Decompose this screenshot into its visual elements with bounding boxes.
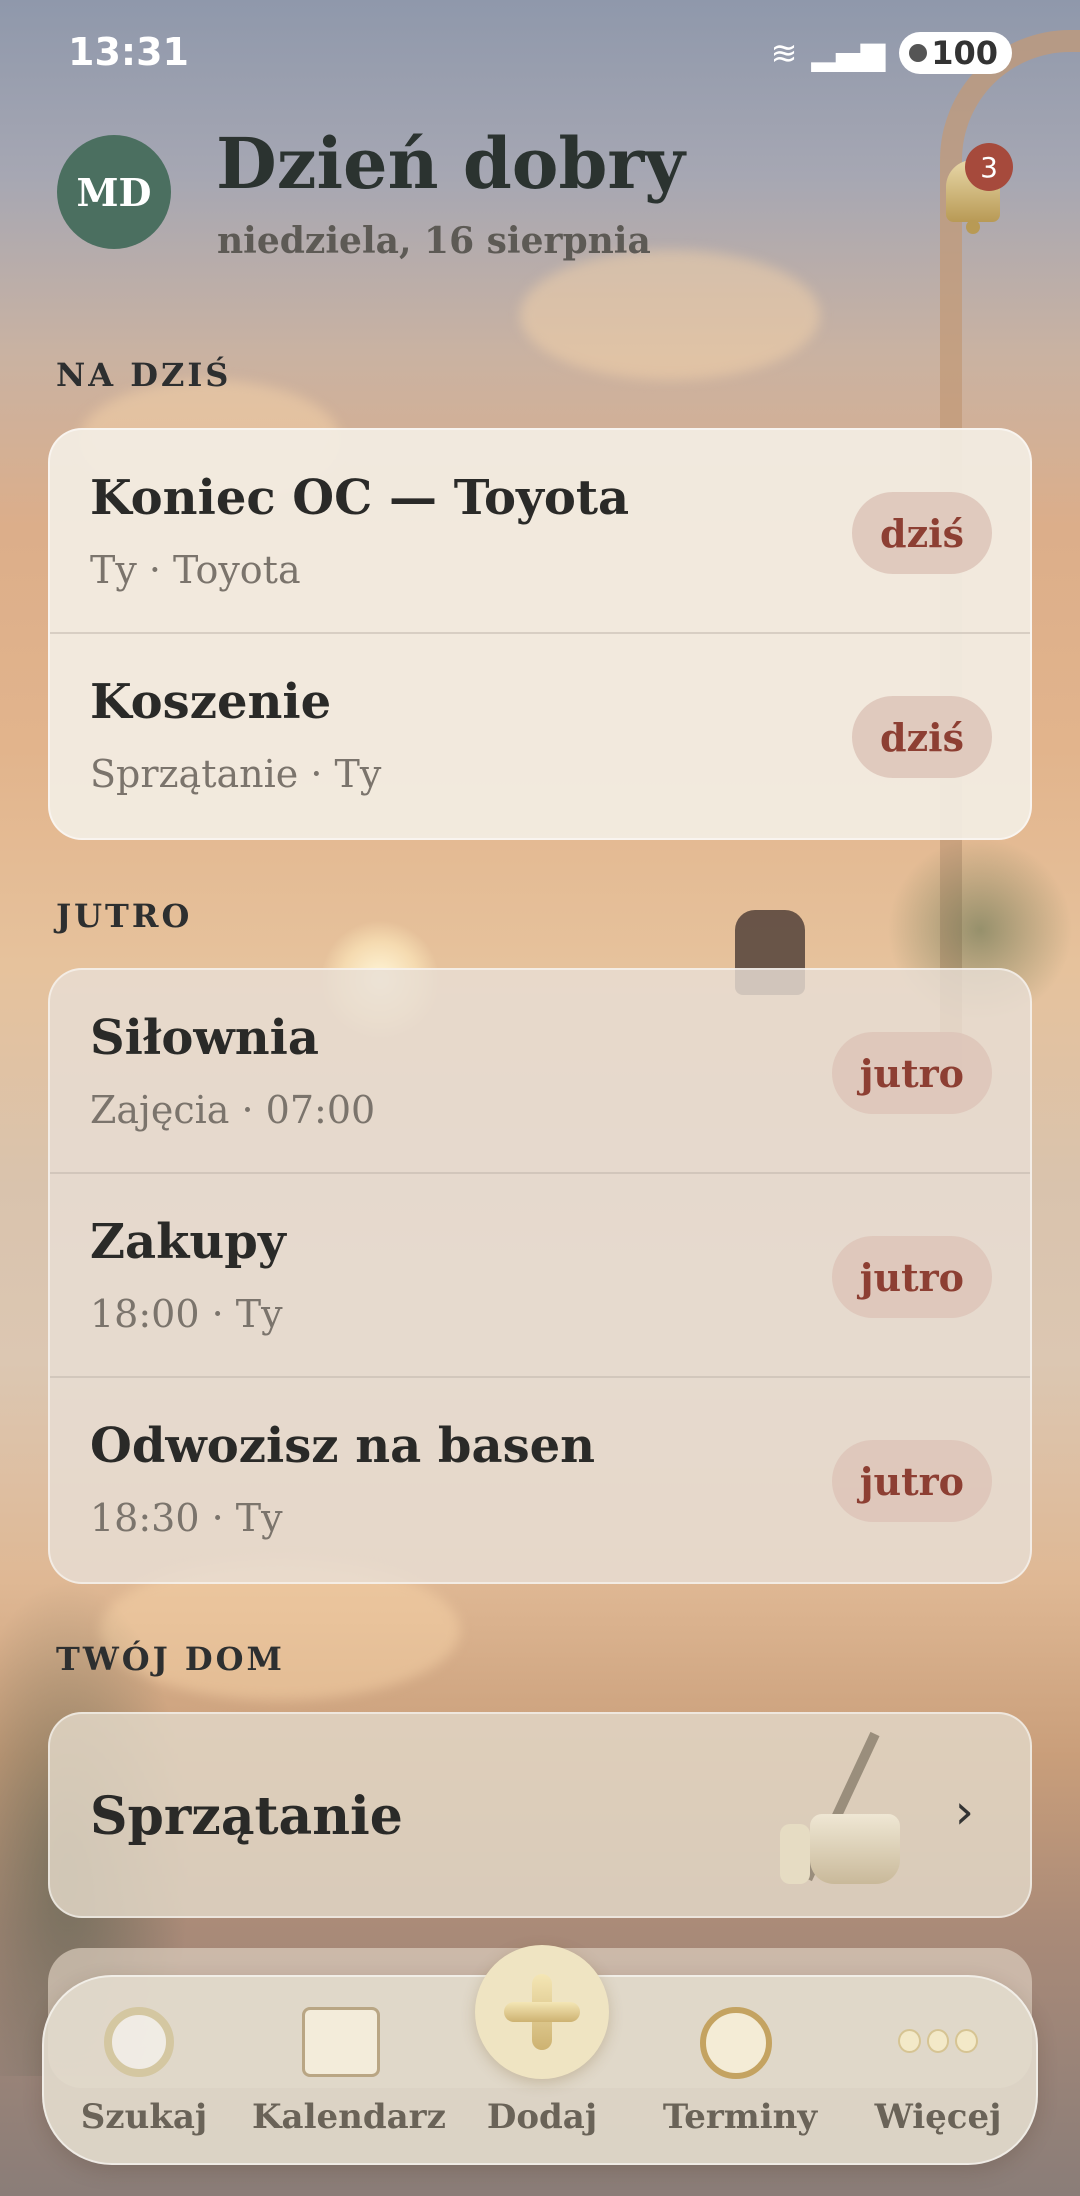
calendar-icon	[302, 2007, 382, 2087]
tab-label: Więcej	[874, 2097, 1002, 2137]
section-title-tomorrow: JUTRO	[56, 897, 193, 935]
page-title: Dzień dobry	[216, 122, 685, 205]
tomorrow-card: Siłownia Zajęcia · 07:00 jutro Zakupy 18…	[48, 968, 1032, 1584]
notification-badge: 3	[965, 143, 1013, 191]
avatar[interactable]: MD	[57, 135, 171, 249]
status-badge: dziś	[852, 492, 992, 574]
home-cleaning-card[interactable]: Sprzątanie ›	[48, 1712, 1032, 1918]
more-dots-icon	[898, 2007, 979, 2087]
bottom-tab-bar: Szukaj Kalendarz Dodaj Terminy Więcej	[42, 1945, 1038, 2167]
item-subtitle: 18:30 · Ty	[90, 1496, 283, 1540]
item-title: Koszenie	[90, 674, 332, 730]
plus-icon	[504, 1974, 580, 2050]
chevron-right-icon: ›	[954, 1784, 974, 1840]
item-subtitle: Ty · Toyota	[90, 548, 301, 592]
tab-label: Terminy	[662, 2097, 818, 2137]
item-title: Koniec OC — Toyota	[90, 470, 630, 526]
battery-level: 100	[931, 34, 998, 72]
item-title: Zakupy	[90, 1214, 286, 1270]
item-subtitle: 18:00 · Ty	[90, 1292, 283, 1336]
background-cloud	[520, 250, 820, 380]
section-title-home: TWÓJ DOM	[56, 1640, 285, 1678]
status-badge: dziś	[852, 696, 992, 778]
item-subtitle: Zajęcia · 07:00	[90, 1088, 376, 1132]
item-subtitle: Sprzątanie · Ty	[90, 752, 382, 796]
date-label: niedziela, 16 sierpnia	[217, 220, 651, 262]
home-card-title: Sprzątanie	[90, 1786, 403, 1847]
battery-indicator: 100	[899, 32, 1012, 74]
add-button[interactable]	[475, 1945, 609, 2079]
today-card: Koniec OC — Toyota Ty · Toyota dziś Kosz…	[48, 428, 1032, 840]
status-badge: jutro	[831, 1236, 992, 1318]
status-time: 13:31	[68, 30, 189, 74]
list-item[interactable]: Siłownia Zajęcia · 07:00 jutro	[50, 970, 1030, 1174]
tab-label: Szukaj	[80, 2097, 208, 2137]
list-item[interactable]: Koszenie Sprzątanie · Ty dziś	[50, 634, 1030, 838]
signal-icon: ▂▄▆	[811, 34, 886, 72]
tab-label: Dodaj	[486, 2097, 598, 2137]
status-bar: 13:31 ≋ ▂▄▆ 100	[0, 0, 1080, 100]
tab-label: Kalendarz	[252, 2097, 446, 2137]
wifi-icon: ≋	[770, 34, 798, 72]
list-item[interactable]: Odwozisz na basen 18:30 · Ty jutro	[50, 1378, 1030, 1582]
tab-more[interactable]: Więcej	[848, 1977, 1028, 2167]
status-icons: ≋ ▂▄▆ 100	[771, 32, 1012, 74]
list-item[interactable]: Koniec OC — Toyota Ty · Toyota dziś	[50, 430, 1030, 634]
list-item[interactable]: Zakupy 18:00 · Ty jutro	[50, 1174, 1030, 1378]
section-title-today: NA DZIŚ	[56, 356, 232, 394]
magnifier-icon	[104, 2007, 184, 2087]
tab-deadlines[interactable]: Terminy	[650, 1977, 830, 2167]
cleaning-supplies-icon	[770, 1731, 940, 1904]
item-title: Siłownia	[90, 1010, 319, 1066]
battery-saver-icon	[909, 44, 928, 62]
tab-calendar[interactable]: Kalendarz	[252, 1977, 446, 2167]
status-badge: jutro	[831, 1440, 992, 1522]
alarm-clock-icon	[700, 2007, 780, 2087]
status-badge: jutro	[831, 1032, 992, 1114]
tab-search[interactable]: Szukaj	[54, 1977, 234, 2167]
item-title: Odwozisz na basen	[90, 1418, 596, 1474]
